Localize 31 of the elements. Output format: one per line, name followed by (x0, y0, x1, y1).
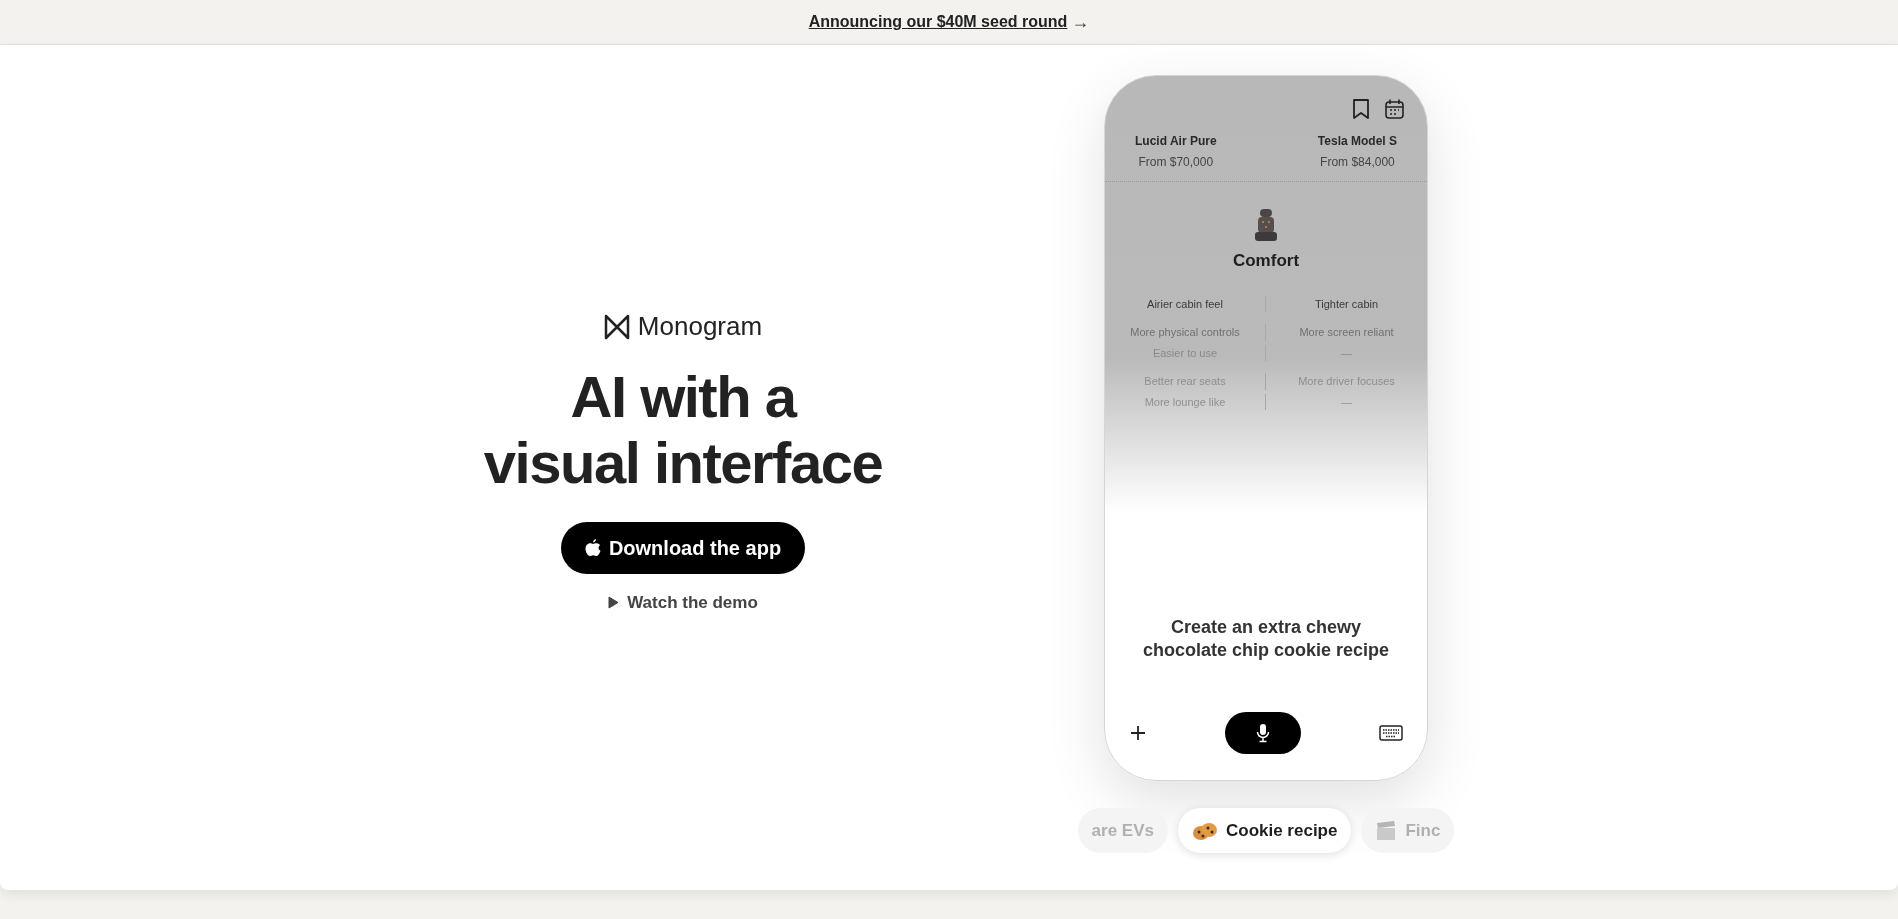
microphone-button[interactable] (1225, 712, 1301, 754)
car-name: Lucid Air Pure (1135, 133, 1217, 150)
comparison-text: More physical controls (1105, 324, 1266, 341)
car-name: Tesla Model S (1317, 133, 1397, 150)
comparison-text: — (1340, 345, 1353, 361)
comparison-text: — (1340, 394, 1353, 410)
clapperboard-icon (1375, 819, 1398, 842)
prompt-text: Create an extra chewy chocolate chip cookie recipe (1141, 616, 1391, 662)
car-price: From $70,000 (1138, 154, 1214, 171)
play-icon (608, 596, 620, 610)
hero-heading: AI with a visual interface (483, 364, 883, 496)
arrow-text: → (1071, 10, 1090, 34)
car-seat-icon (1253, 208, 1279, 242)
car-price: From $84,000 (1320, 154, 1395, 171)
logo-icon (603, 313, 630, 340)
watch-demo-link[interactable]: Watch the demo (608, 590, 758, 616)
comparison-text: More lounge like (1105, 393, 1266, 410)
comparison-text: Airier cabin feel (1105, 295, 1266, 312)
suggestion-chip[interactable]: Cookie recipe (1177, 808, 1352, 853)
announcement-link[interactable]: Announcing our $40M seed round (808, 10, 1068, 34)
section-title: Comfort (1231, 250, 1301, 272)
calendar-icon[interactable] (1384, 98, 1405, 120)
keyboard-icon[interactable] (1379, 725, 1403, 741)
apple-icon (584, 538, 601, 558)
microphone-icon (1256, 723, 1270, 743)
download-button[interactable]: Download the app (560, 522, 806, 574)
plus-icon[interactable] (1129, 724, 1147, 742)
comparison-text: Tighter cabin (1313, 296, 1380, 312)
comparison-text: More screen reliant (1298, 325, 1395, 340)
bookmark-icon[interactable] (1352, 98, 1370, 120)
brand-name: Monogram (637, 310, 763, 343)
